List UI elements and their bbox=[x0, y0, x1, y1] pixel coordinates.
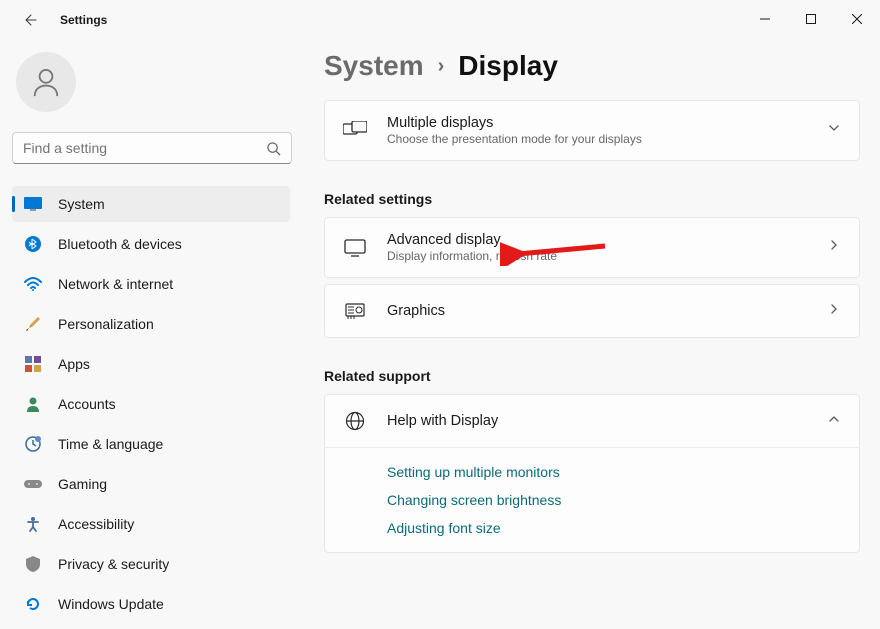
card-subtitle: Choose the presentation mode for your di… bbox=[387, 132, 827, 146]
gpu-icon bbox=[343, 299, 367, 323]
clock-icon bbox=[24, 435, 42, 453]
sidebar-item-accessibility[interactable]: Accessibility bbox=[12, 506, 290, 542]
wifi-icon bbox=[24, 275, 42, 293]
sidebar-item-bluetooth[interactable]: Bluetooth & devices bbox=[12, 226, 290, 262]
graphics-card[interactable]: Graphics bbox=[324, 284, 860, 338]
sidebar-item-time[interactable]: Time & language bbox=[12, 426, 290, 462]
sidebar-item-apps[interactable]: Apps bbox=[12, 346, 290, 382]
sidebar-item-label: Network & internet bbox=[58, 276, 173, 292]
sidebar-item-label: Accounts bbox=[58, 396, 116, 412]
advanced-display-card[interactable]: Advanced display Display information, re… bbox=[324, 217, 860, 278]
card-subtitle: Display information, refresh rate bbox=[387, 249, 827, 263]
sidebar-item-privacy[interactable]: Privacy & security bbox=[12, 546, 290, 582]
sidebar-item-update[interactable]: Windows Update bbox=[12, 586, 290, 622]
back-button[interactable] bbox=[12, 2, 48, 38]
titlebar: Settings bbox=[0, 0, 880, 40]
help-links: Setting up multiple monitors Changing sc… bbox=[325, 447, 859, 552]
minimize-icon bbox=[760, 14, 770, 24]
sidebar-item-gaming[interactable]: Gaming bbox=[12, 466, 290, 502]
window-controls bbox=[742, 0, 880, 38]
card-title: Graphics bbox=[387, 303, 827, 319]
chevron-right-icon bbox=[827, 302, 841, 321]
search-input[interactable] bbox=[23, 140, 266, 156]
minimize-button[interactable] bbox=[742, 0, 788, 38]
sidebar-item-label: Windows Update bbox=[58, 596, 164, 612]
gamepad-icon bbox=[24, 475, 42, 493]
sidebar-item-label: System bbox=[58, 196, 105, 212]
monitor-outline-icon bbox=[343, 236, 367, 260]
multiple-displays-card[interactable]: Multiple displays Choose the presentatio… bbox=[324, 100, 860, 161]
close-icon bbox=[852, 14, 862, 24]
accessibility-icon bbox=[24, 515, 42, 533]
sidebar-item-label: Gaming bbox=[58, 476, 107, 492]
brush-icon bbox=[24, 315, 42, 333]
sidebar: System Bluetooth & devices Network & int… bbox=[0, 40, 300, 629]
breadcrumb-parent[interactable]: System bbox=[324, 50, 424, 82]
chevron-right-icon bbox=[827, 238, 841, 257]
search-icon bbox=[266, 141, 281, 156]
chevron-up-icon bbox=[827, 412, 841, 431]
sidebar-item-personalization[interactable]: Personalization bbox=[12, 306, 290, 342]
sidebar-item-network[interactable]: Network & internet bbox=[12, 266, 290, 302]
grid-icon bbox=[24, 355, 42, 373]
maximize-button[interactable] bbox=[788, 0, 834, 38]
help-link[interactable]: Adjusting font size bbox=[387, 520, 841, 536]
main-content: System › Display Multiple displays Choos… bbox=[300, 40, 880, 629]
sidebar-item-label: Personalization bbox=[58, 316, 154, 332]
update-icon bbox=[24, 595, 42, 613]
sidebar-item-system[interactable]: System bbox=[12, 186, 290, 222]
maximize-icon bbox=[806, 14, 816, 24]
shield-icon bbox=[24, 555, 42, 573]
person-icon bbox=[29, 65, 63, 99]
globe-icon bbox=[343, 409, 367, 433]
help-link[interactable]: Changing screen brightness bbox=[387, 492, 841, 508]
displays-icon bbox=[343, 119, 367, 143]
person-icon bbox=[24, 395, 42, 413]
chevron-right-icon: › bbox=[438, 55, 445, 78]
sidebar-item-label: Bluetooth & devices bbox=[58, 236, 182, 252]
close-button[interactable] bbox=[834, 0, 880, 38]
breadcrumb: System › Display bbox=[324, 50, 860, 82]
sidebar-item-label: Privacy & security bbox=[58, 556, 169, 572]
arrow-left-icon bbox=[22, 12, 38, 28]
bluetooth-icon bbox=[24, 235, 42, 253]
sidebar-item-label: Accessibility bbox=[58, 516, 134, 532]
section-header-related-settings: Related settings bbox=[324, 191, 860, 207]
nav-list: System Bluetooth & devices Network & int… bbox=[12, 186, 290, 622]
breadcrumb-current: Display bbox=[458, 50, 558, 82]
card-title: Multiple displays bbox=[387, 115, 827, 131]
avatar[interactable] bbox=[16, 52, 76, 112]
section-header-related-support: Related support bbox=[324, 368, 860, 384]
window-title: Settings bbox=[60, 13, 107, 27]
sidebar-item-label: Time & language bbox=[58, 436, 163, 452]
monitor-icon bbox=[24, 195, 42, 213]
help-card: Help with Display Setting up multiple mo… bbox=[324, 394, 860, 553]
search-box[interactable] bbox=[12, 132, 292, 164]
help-link[interactable]: Setting up multiple monitors bbox=[387, 464, 841, 480]
sidebar-item-label: Apps bbox=[58, 356, 90, 372]
sidebar-item-accounts[interactable]: Accounts bbox=[12, 386, 290, 422]
card-title: Advanced display bbox=[387, 232, 827, 248]
chevron-down-icon bbox=[827, 121, 841, 140]
help-header[interactable]: Help with Display bbox=[325, 395, 859, 447]
card-title: Help with Display bbox=[387, 413, 827, 429]
